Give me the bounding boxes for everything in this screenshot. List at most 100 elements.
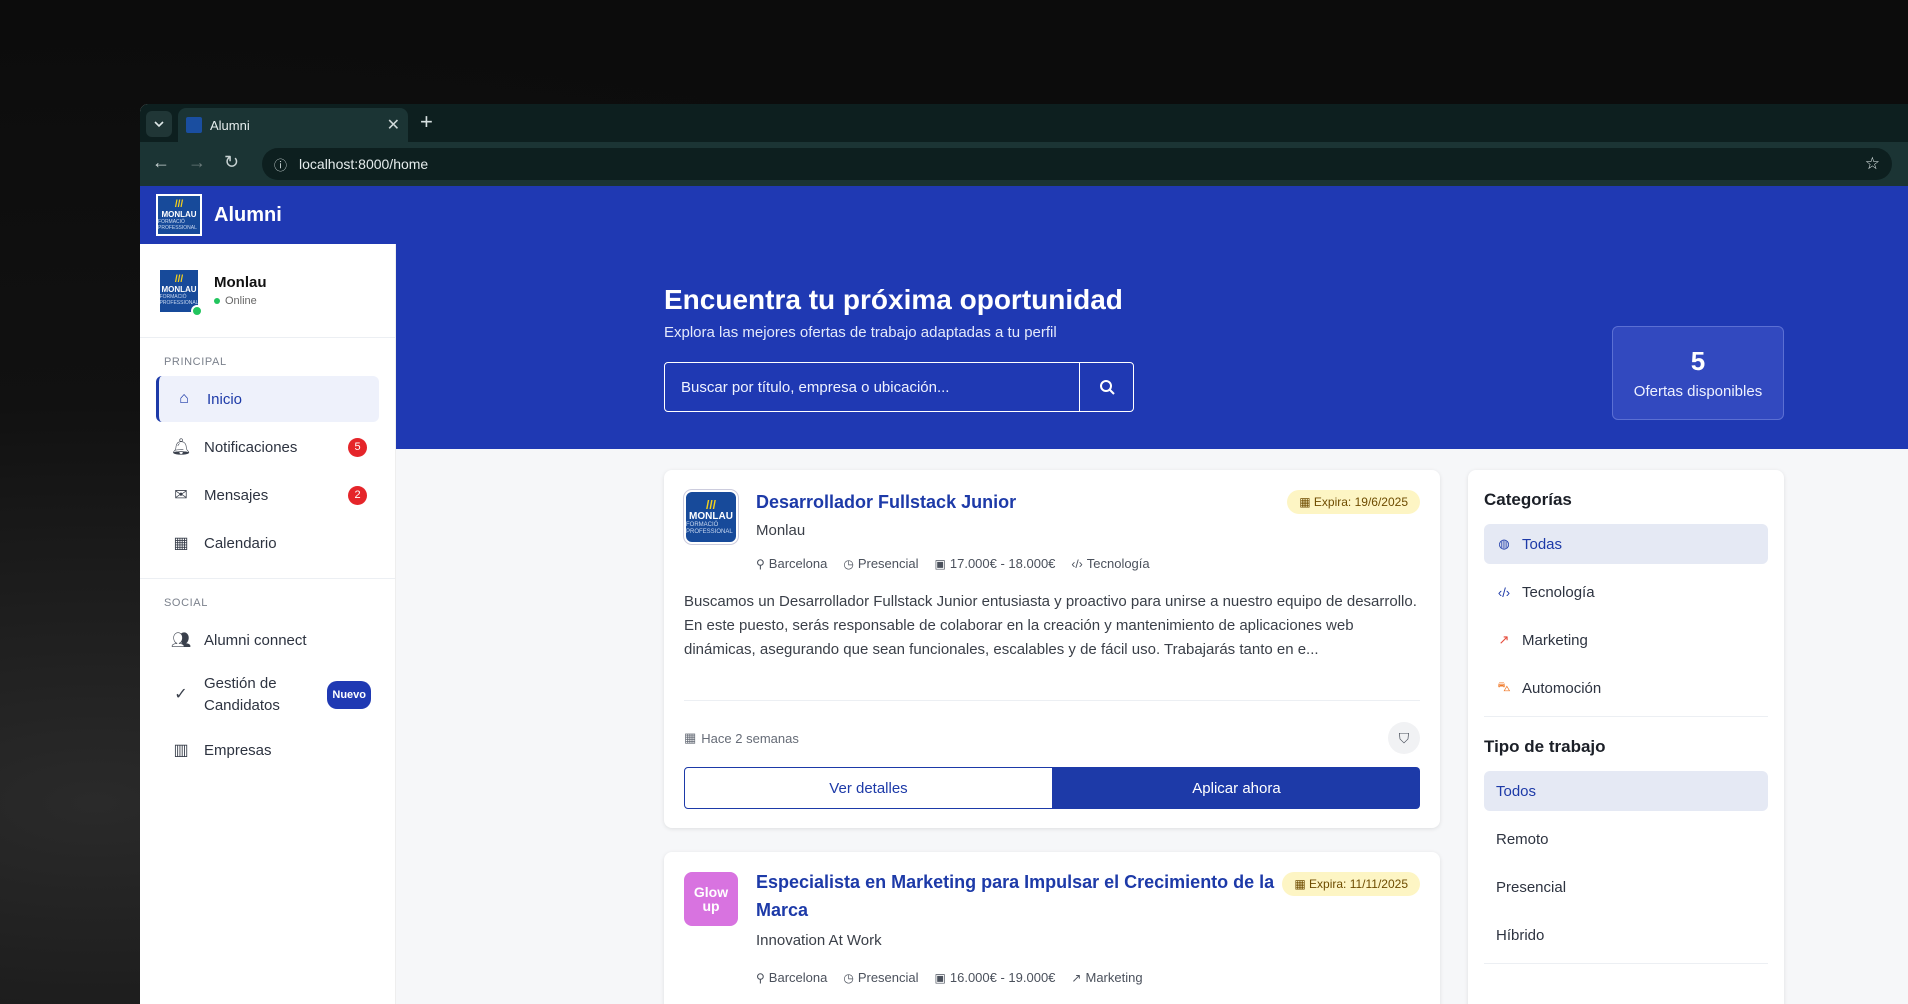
job-title[interactable]: Desarrollador Fullstack Junior xyxy=(756,492,1016,513)
filter-type-presencial[interactable]: Presencial xyxy=(1484,867,1768,907)
mail-icon: ✉ xyxy=(174,487,188,504)
modality-tag: ◷ Presencial xyxy=(843,970,919,985)
filter-type-hibrido[interactable]: Híbrido xyxy=(1484,915,1768,955)
tab-title: Alumni xyxy=(210,117,250,133)
sidebar-item-label: Notificaciones xyxy=(204,438,298,456)
close-icon[interactable]: ✕ xyxy=(387,115,400,135)
status-dot xyxy=(214,298,220,304)
modality-tag: ◷ Presencial xyxy=(843,556,919,571)
bell-icon: 🔔︎ xyxy=(170,439,192,456)
job-actions: Ver detalles Aplicar ahora xyxy=(684,767,1420,809)
posted-date: ▦ Hace 2 semanas xyxy=(684,730,799,746)
location-tag: ⚲ Barcelona xyxy=(756,970,828,985)
home-icon: ⌂ xyxy=(179,390,189,407)
offers-stat: 5 Ofertas disponibles xyxy=(1612,326,1784,420)
job-card: Glow up Especialista en Marketing para I… xyxy=(664,852,1440,1004)
company-name: Innovation At Work xyxy=(756,932,882,949)
filter-category-marketing[interactable]: ↗ Marketing xyxy=(1484,620,1768,660)
new-tab-icon[interactable]: + xyxy=(420,109,433,135)
user-check-icon: ✓ xyxy=(174,686,188,703)
filter-category-automocion[interactable]: ⛍ Automoción xyxy=(1484,668,1768,708)
code-icon: ‹/› xyxy=(1071,557,1083,571)
new-badge: Nuevo xyxy=(327,681,371,709)
chart-icon: ↗ xyxy=(1071,971,1082,985)
clock-icon: ◷ xyxy=(843,557,854,571)
company-name: Monlau xyxy=(756,522,806,539)
divider xyxy=(140,578,395,579)
users-icon: 👥︎ xyxy=(170,632,192,649)
sidebar-item-label: Calendario xyxy=(204,534,277,552)
url-text: localhost:8000/home xyxy=(299,156,429,172)
sidebar-item-label: Alumni connect xyxy=(204,631,307,649)
favicon-icon xyxy=(186,117,202,133)
browser-tab[interactable]: Alumni ✕ xyxy=(178,108,408,142)
sidebar-item-calendario[interactable]: ▦ Calendario xyxy=(156,520,379,566)
back-icon[interactable]: ← xyxy=(152,152,170,173)
job-meta: ⚲ Barcelona ◷ Presencial ▣ 16.000€ - 19.000… xyxy=(756,970,1143,985)
search-button[interactable] xyxy=(1079,363,1133,411)
offers-label: Ofertas disponibles xyxy=(1633,383,1763,400)
expiry-badge: ▦ Expira: 19/6/2025 xyxy=(1287,490,1420,514)
calendar-icon: ▦ xyxy=(173,535,189,552)
sidebar-item-inicio[interactable]: ⌂ Inicio xyxy=(156,376,379,422)
company-logo: /// MONLAU FORMACIÓ PROFESSIONAL xyxy=(684,490,738,544)
user-profile[interactable]: /// MONLAU FORMACIÓ PROFESSIONAL Monlau … xyxy=(140,244,395,338)
calendar-icon: ▦ xyxy=(684,730,697,745)
sidebar-item-mensajes[interactable]: ✉ Mensajes 2 xyxy=(156,472,379,518)
sidebar-item-empresas[interactable]: ▥ Empresas xyxy=(156,727,379,773)
expiry-badge: ▦ Expira: 11/11/2025 xyxy=(1282,872,1420,896)
app-header: /// MONLAU FORMACIÓ PROFESSIONAL Alumni xyxy=(140,186,1908,244)
sidebar-item-alumni-connect[interactable]: 👥︎ Alumni connect xyxy=(156,617,379,663)
main-content: Encuentra tu próxima oportunidad Explora… xyxy=(396,244,1908,1004)
location-icon: ⚲ xyxy=(756,971,765,985)
filter-type-todos[interactable]: Todos xyxy=(1484,771,1768,811)
bookmark-star-icon[interactable]: ☆ xyxy=(1865,154,1880,174)
monlau-logo[interactable]: /// MONLAU FORMACIÓ PROFESSIONAL xyxy=(156,194,202,236)
sidebar-item-label: Empresas xyxy=(204,741,272,759)
tab-search-button[interactable] xyxy=(146,111,172,137)
view-details-button[interactable]: Ver detalles xyxy=(684,767,1053,809)
category-tag: ‹/› Tecnología xyxy=(1071,556,1150,571)
hero-banner: Encuentra tu próxima oportunidad Explora… xyxy=(396,244,1908,449)
location-tag: ⚲ Barcelona xyxy=(756,556,828,571)
building-icon: ▥ xyxy=(173,742,189,759)
reload-icon[interactable]: ↻ xyxy=(224,152,239,173)
url-field[interactable]: ⓘ localhost:8000/home ☆ xyxy=(262,148,1892,180)
company-logo: Glow up xyxy=(684,872,738,926)
calendar-icon: ▦ xyxy=(1294,877,1310,891)
search-icon xyxy=(1099,380,1115,395)
divider xyxy=(684,700,1420,701)
filter-category-tecnologia[interactable]: ‹/› Tecnología xyxy=(1484,572,1768,612)
hero-title: Encuentra tu próxima oportunidad xyxy=(664,284,1123,315)
salary-tag: ▣ 17.000€ - 18.000€ xyxy=(934,556,1056,571)
sidebar-item-label: Inicio xyxy=(207,390,243,408)
money-icon: ▣ xyxy=(934,971,946,985)
category-tag: ↗ Marketing xyxy=(1071,970,1143,985)
bookmark-icon: ⛉ xyxy=(1398,729,1410,746)
profile-name: Monlau xyxy=(214,274,267,291)
bookmark-button[interactable]: ⛉ xyxy=(1388,722,1420,754)
app-title[interactable]: Alumni xyxy=(214,204,282,227)
search-input[interactable] xyxy=(665,363,1079,411)
car-icon: ⛍ xyxy=(1497,679,1511,694)
section-label-principal: PRINCIPAL xyxy=(164,356,227,368)
filter-type-remoto[interactable]: Remoto xyxy=(1484,819,1768,859)
salary-tag: ▣ 16.000€ - 19.000€ xyxy=(934,970,1056,985)
clock-icon: ◷ xyxy=(843,971,854,985)
job-meta: ⚲ Barcelona ◷ Presencial ▣ 17.000€ - 18.000… xyxy=(756,556,1150,571)
address-bar: ← → ↻ ⓘ localhost:8000/home ☆ xyxy=(140,142,1908,186)
apply-button[interactable]: Aplicar ahora xyxy=(1053,767,1420,809)
site-info-icon[interactable]: ⓘ xyxy=(274,155,287,174)
categories-title: Categorías xyxy=(1484,490,1572,509)
location-icon: ⚲ xyxy=(756,557,765,571)
chart-icon: ↗ xyxy=(1498,632,1510,647)
profile-status: Online xyxy=(214,295,267,307)
sidebar-item-gestion-candidatos[interactable]: ✓ Gestión de Candidatos Nuevo xyxy=(156,665,379,725)
section-label-social: SOCIAL xyxy=(164,597,208,609)
online-indicator xyxy=(191,304,203,317)
forward-icon[interactable]: → xyxy=(188,152,206,173)
sidebar-item-notificaciones[interactable]: 🔔︎ Notificaciones 5 xyxy=(156,424,379,470)
job-title[interactable]: Especialista en Marketing para Impulsar … xyxy=(756,868,1276,924)
notification-badge: 5 xyxy=(348,437,367,457)
filter-category-todas[interactable]: ◍ Todas xyxy=(1484,524,1768,564)
